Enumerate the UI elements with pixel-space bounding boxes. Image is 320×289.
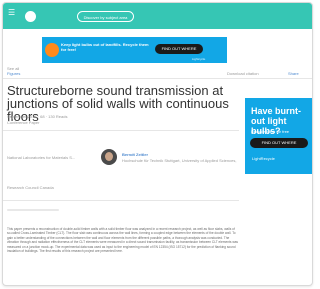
side-ad-subline: Recycle them for free [251, 129, 290, 134]
publication-date: September 2014 · 68 · 130 Reads [7, 114, 68, 119]
author-affiliation: Hochschule für Technik Stuttgart, Univer… [122, 158, 237, 163]
banner-ad-sponsor: Lightcycle [192, 57, 206, 61]
abstract-section: This paper presents a reconstruction of … [3, 200, 239, 265]
top-navigation-bar: ☰ Discover by subject area [3, 3, 312, 29]
banner-ad-button[interactable]: FIND OUT WHERE [155, 44, 203, 54]
home-icon[interactable]: ☰ [8, 9, 16, 17]
side-ad-button[interactable]: FIND OUT WHERE [250, 138, 308, 148]
title-divider [3, 130, 239, 131]
browser-viewport: ☰ Discover by subject area Keep light bu… [2, 2, 313, 286]
author-name[interactable]: Berndt Zeitler [122, 152, 148, 157]
figures-link[interactable]: Figures [7, 71, 20, 76]
author-affiliation-left[interactable]: National Laboratories for Materials S... [7, 155, 75, 160]
research-council-link[interactable]: Research Council Canada [7, 185, 54, 190]
download-citation-link[interactable]: Download citation [227, 71, 259, 76]
search-icon[interactable] [25, 11, 36, 22]
top-banner-ad[interactable]: Keep light bulbs out of landfills. Recyc… [42, 37, 227, 63]
side-ad-brand: LightRecycle [252, 156, 275, 161]
abstract-placeholder-line [7, 209, 59, 211]
recycle-logo-icon [45, 43, 59, 57]
share-button[interactable]: Share [288, 71, 299, 76]
abstract-text: This paper presents a reconstruction of … [7, 227, 239, 254]
header-divider [3, 78, 312, 79]
publication-source: Conference Paper [7, 120, 40, 125]
banner-ad-text: Keep light bulbs out of landfills. Recyc… [61, 42, 149, 52]
author-avatar[interactable] [101, 149, 117, 165]
discover-by-subject-button[interactable]: Discover by subject area [77, 11, 134, 22]
side-banner-ad[interactable]: Have burnt-out light bulbs? Recycle them… [245, 98, 312, 174]
